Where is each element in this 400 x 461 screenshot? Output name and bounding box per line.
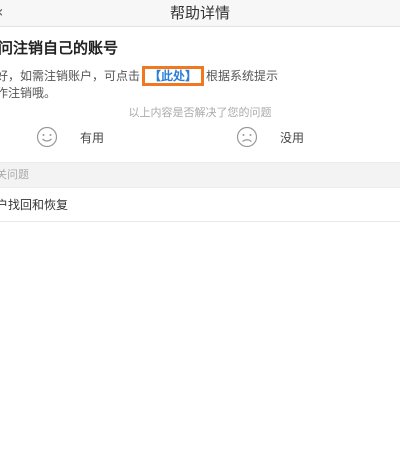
deactivate-here-link[interactable]: 【此处】 xyxy=(149,69,197,83)
article-text-after-link: 根据系统提示 xyxy=(206,69,279,83)
related-question-item[interactable]: 户找回和恢复 xyxy=(0,187,400,222)
useless-label: 没用 xyxy=(280,130,305,145)
feedback-question: 以上内容是否解决了您的问题 xyxy=(128,106,272,119)
related-section-header: 关问题 xyxy=(0,162,400,188)
top-bar: ‹ 帮助详情 xyxy=(0,0,400,27)
related-question-label: 户找回和恢复 xyxy=(0,198,69,212)
article-line-1: 好，如需注销账户，可点击 【此处】 根据系统提示 xyxy=(0,66,396,86)
article-body: 好，如需注销账户，可点击 【此处】 根据系统提示 作注销哦。 xyxy=(0,66,396,102)
article-line-2: 作注销哦。 xyxy=(0,86,57,100)
article-text-before-link: 好，如需注销账户，可点击 xyxy=(0,69,141,83)
related-section-label: 关问题 xyxy=(0,168,29,181)
useful-label: 有用 xyxy=(80,130,105,145)
page-title: 帮助详情 xyxy=(169,4,230,22)
smile-icon xyxy=(36,126,58,148)
article-title: 问注销自己的账号 xyxy=(0,39,119,57)
link-highlight-box: 【此处】 xyxy=(142,66,205,86)
useless-button[interactable]: 没用 xyxy=(236,126,304,148)
frown-icon xyxy=(236,126,258,148)
useful-button[interactable]: 有用 xyxy=(36,126,104,148)
